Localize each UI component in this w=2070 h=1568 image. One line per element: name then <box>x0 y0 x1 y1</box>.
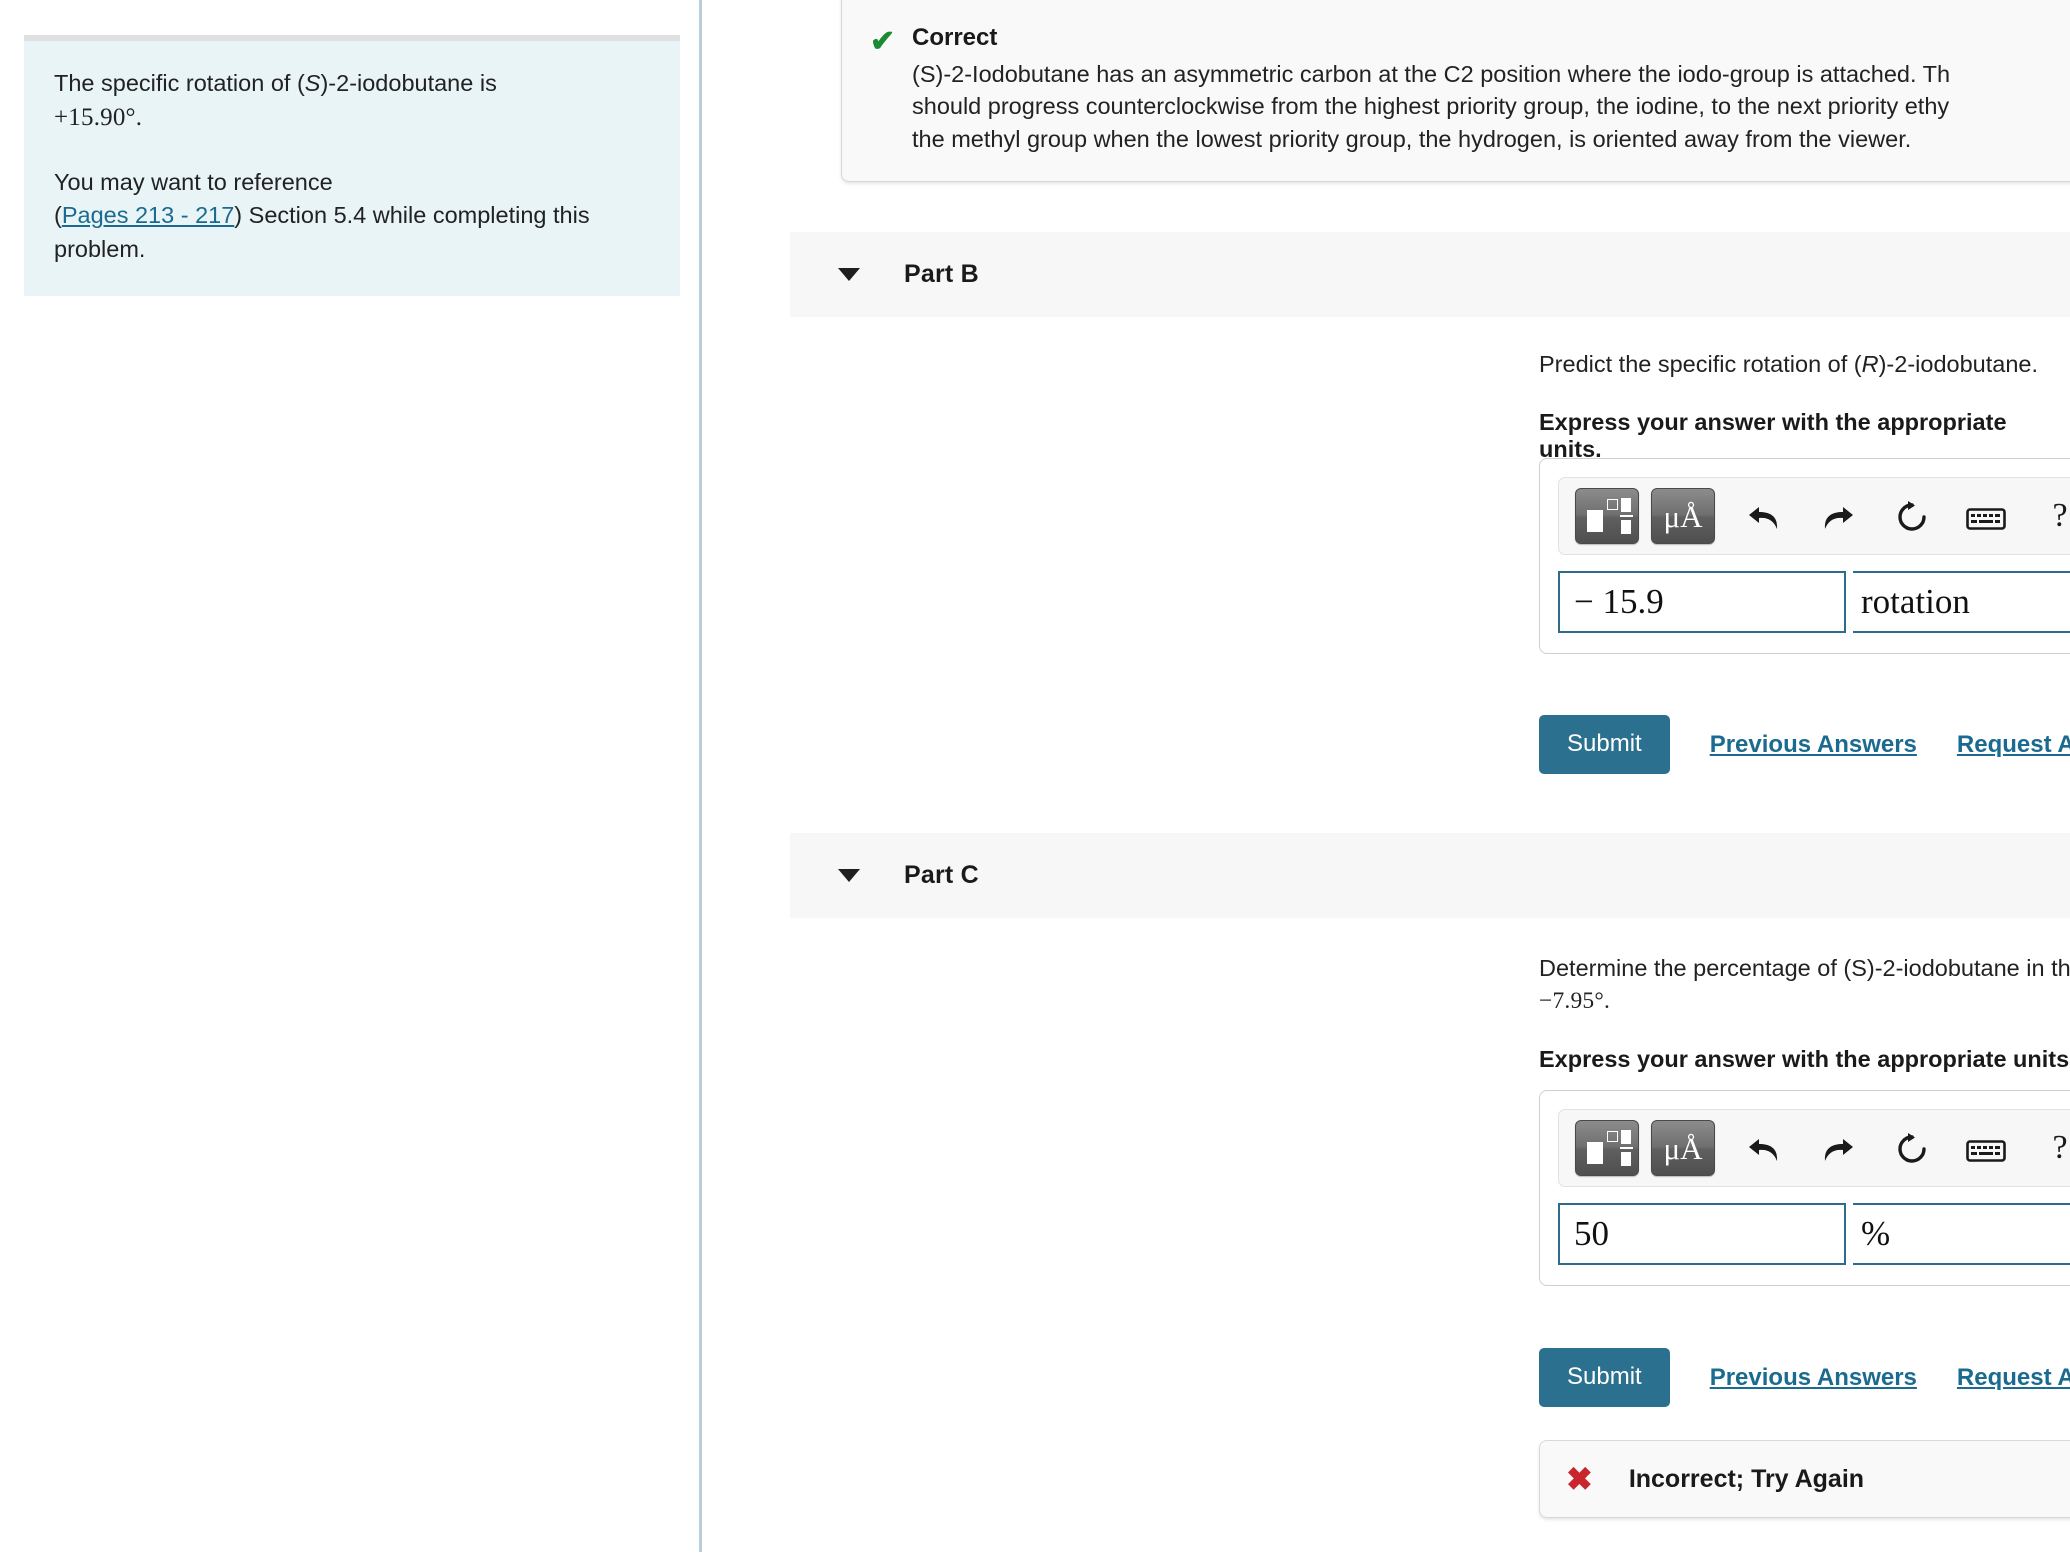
part-b-answer-widget: μÅ ? − 15.9 rotation <box>1539 458 2070 654</box>
rotation-value: +15.90°. <box>54 104 143 132</box>
part-c-request-answer-link[interactable]: Request Answer <box>1957 1364 2070 1392</box>
redo-icon[interactable] <box>1801 499 1875 533</box>
part-b-submit-button[interactable]: Submit <box>1539 715 1670 774</box>
part-b-prompt-a: Predict the specific rotation of ( <box>1539 351 1862 377</box>
template-icon[interactable] <box>1575 488 1639 544</box>
part-c-value-input[interactable]: 50 <box>1558 1203 1846 1265</box>
reset-icon[interactable] <box>1875 498 1949 534</box>
part-b-request-answer-link[interactable]: Request Answer <box>1957 731 2070 759</box>
help-icon[interactable]: ? <box>2023 1129 2070 1167</box>
answer-panel: ✔ Correct (S)-2-Iodobutane has an asymme… <box>702 0 2070 1568</box>
part-c-submit-button[interactable]: Submit <box>1539 1348 1670 1407</box>
reference-last-word: problem. <box>54 235 146 262</box>
problem-page: The specific rotation of (S)-2-iodobutan… <box>0 0 2070 1568</box>
template-icon[interactable] <box>1575 1120 1639 1176</box>
part-b-submit-row: Submit Previous Answers Request Answer <box>1539 715 2070 774</box>
reference-statement: You may want to reference (Pages 213 - 2… <box>54 166 650 266</box>
units-glyph: μÅ <box>1663 498 1703 534</box>
part-c-question: Determine the percentage of (S)-2-iodobu… <box>1539 952 2070 1073</box>
part-b-previous-answers-link[interactable]: Previous Answers <box>1710 731 1917 759</box>
part-c-submit-row: Submit Previous Answers Request Answer <box>1539 1348 2070 1407</box>
reference-tail: ) Section 5.4 while completing this <box>234 202 590 229</box>
check-icon: ✔ <box>870 25 896 58</box>
undo-icon[interactable] <box>1727 499 1801 533</box>
x-icon: ✖ <box>1566 1461 1593 1497</box>
statement-suffix: )-2-iodobutane is <box>320 70 497 96</box>
caret-down-icon[interactable] <box>838 869 860 882</box>
reset-icon[interactable] <box>1875 1130 1949 1166</box>
part-c-fields: 50 % <box>1558 1203 2070 1265</box>
paren-open: ( <box>54 202 62 229</box>
units-glyph: μÅ <box>1663 1130 1703 1166</box>
keyboard-icon[interactable] <box>1949 500 2023 532</box>
correct-feedback-title: Correct <box>912 24 998 51</box>
keyboard-icon[interactable] <box>1949 1132 2023 1164</box>
incorrect-feedback-box: ✖ Incorrect; Try Again <box>1539 1440 2070 1518</box>
caret-down-icon[interactable] <box>838 268 860 281</box>
part-c-prompt-line-1: Determine the percentage of (S)-2-iodobu… <box>1539 955 2070 981</box>
template-glyph <box>1587 1129 1633 1167</box>
part-b-title: Part B <box>904 260 979 288</box>
part-b-instruction: Express your answer with the appropriate… <box>1539 408 2007 462</box>
part-c-units-input[interactable]: % <box>1853 1203 2070 1265</box>
part-c-answer-toolbar: μÅ ? <box>1558 1109 2070 1187</box>
part-b-prompt: Predict the specific rotation of (R)-2-i… <box>1539 348 2070 381</box>
statement-prefix: The specific rotation of ( <box>54 70 305 96</box>
correct-feedback-line-1: (S)-2-Iodobutane has an asymmetric carbo… <box>912 61 1951 87</box>
specific-rotation-statement: The specific rotation of (S)-2-iodobutan… <box>54 67 650 136</box>
redo-icon[interactable] <box>1801 1131 1875 1165</box>
part-b-header[interactable]: Part B <box>790 232 2070 317</box>
part-b-question: Predict the specific rotation of (R)-2-i… <box>1539 348 2070 463</box>
pages-reference-link[interactable]: Pages 213 - 217 <box>62 202 234 228</box>
correct-feedback-line-3: the methyl group when the lowest priorit… <box>912 125 1912 152</box>
part-b-units-input[interactable]: rotation <box>1853 571 2070 633</box>
problem-info-box: The specific rotation of (S)-2-iodobutan… <box>24 35 680 296</box>
part-b-fields: − 15.9 rotation <box>1558 571 2070 633</box>
units-icon[interactable]: μÅ <box>1651 1120 1715 1176</box>
stereo-descriptor-r: R <box>1861 351 1879 377</box>
template-glyph <box>1587 497 1633 535</box>
reference-lead-in: You may want to reference <box>54 168 333 195</box>
undo-icon[interactable] <box>1727 1131 1801 1165</box>
correct-feedback-box: ✔ Correct (S)-2-Iodobutane has an asymme… <box>841 0 2070 183</box>
problem-sidebar: The specific rotation of (S)-2-iodobutan… <box>0 0 699 1568</box>
help-icon[interactable]: ? <box>2023 497 2070 535</box>
part-c-title: Part C <box>904 861 979 889</box>
correct-feedback-line-2: should progress counterclockwise from th… <box>912 93 1950 120</box>
part-b-prompt-b: )-2-iodobutane. <box>1878 351 2038 377</box>
incorrect-feedback-text: Incorrect; Try Again <box>1628 1464 1865 1493</box>
part-b-answer-toolbar: μÅ ? <box>1558 477 2070 555</box>
part-c-answer-widget: μÅ ? 50 % <box>1539 1090 2070 1286</box>
units-icon[interactable]: μÅ <box>1651 488 1715 544</box>
part-c-previous-answers-link[interactable]: Previous Answers <box>1710 1364 1917 1392</box>
part-c-prompt-line-2: −7.95°. <box>1539 987 1611 1014</box>
part-c-header[interactable]: Part C <box>790 833 2070 918</box>
part-c-instruction: Express your answer with the appropriate… <box>1539 1045 2070 1072</box>
stereo-descriptor-s: S <box>304 70 321 96</box>
part-b-value-input[interactable]: − 15.9 <box>1558 571 1846 633</box>
